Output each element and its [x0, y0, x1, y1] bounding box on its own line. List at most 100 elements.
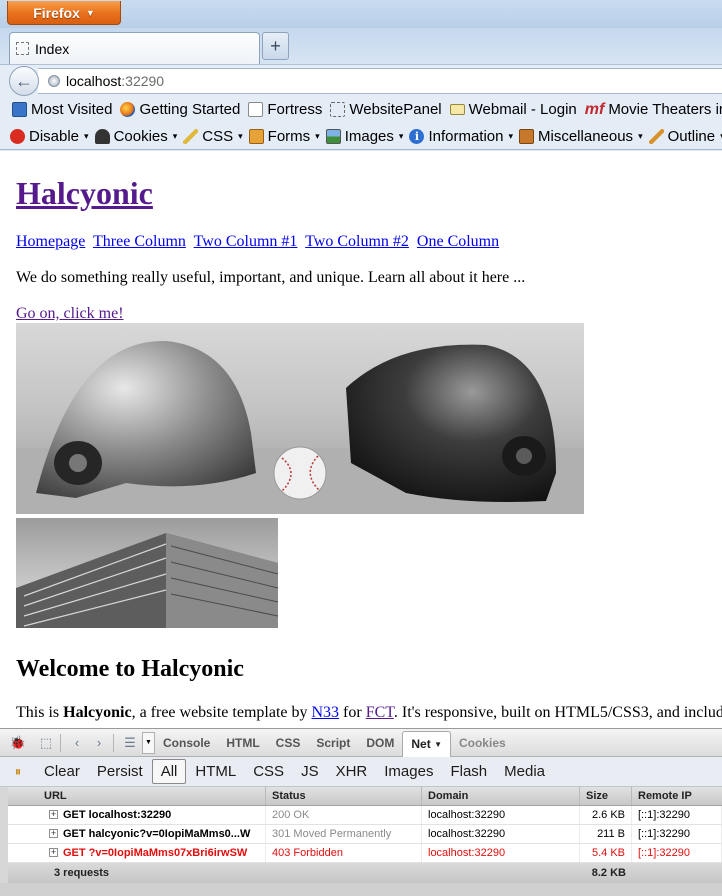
column-remote-ip[interactable]: Remote IP: [632, 787, 722, 805]
net-filter-bar: ⏸ Clear Persist All HTML CSS JS XHR Imag…: [0, 757, 722, 787]
tab-script[interactable]: Script: [308, 730, 358, 756]
firebug-bug-icon[interactable]: 🐞: [8, 733, 28, 753]
request-size: 211 B: [580, 825, 632, 843]
tab-css[interactable]: CSS: [268, 730, 309, 756]
tagline: We do something really useful, important…: [16, 269, 526, 286]
mf-icon: mf: [584, 100, 605, 118]
filter-html[interactable]: HTML: [187, 760, 244, 783]
webdev-disable-menu[interactable]: Disable ▾: [10, 128, 89, 145]
nav-link-two-column-2[interactable]: Two Column #2: [305, 233, 409, 250]
request-size: 5.4 KB: [580, 844, 632, 862]
web-developer-toolbar: Disable ▾ Cookies ▾ CSS ▾ Forms ▾ Images ▾ iI…: [0, 123, 722, 150]
dropdown-icon: ▾: [638, 130, 643, 141]
cta-link[interactable]: Go on, click me!: [16, 305, 124, 323]
webdev-miscellaneous-menu[interactable]: Miscellaneous ▾: [519, 128, 643, 145]
filter-xhr[interactable]: XHR: [328, 760, 376, 783]
nav-link-homepage[interactable]: Homepage: [16, 233, 85, 250]
forms-icon: [248, 128, 264, 144]
firebug-panel: 🐞 ⬚ ‹ › ☰ ▼ Console HTML CSS Script DOM …: [0, 728, 722, 896]
window-titlebar: Firefox ▼: [0, 0, 722, 28]
pause-icon[interactable]: ⏸: [8, 762, 28, 782]
panel-menu-button[interactable]: ▼: [142, 731, 155, 754]
menu-label: Images: [344, 127, 394, 145]
url-bar[interactable]: localhost:32290: [38, 68, 722, 94]
table-row[interactable]: + GET halcyonic?v=0IopiMaMms0...W 301 Mov…: [8, 825, 722, 844]
filter-media[interactable]: Media: [496, 760, 553, 783]
request-ip: [::1]:32290: [632, 806, 722, 824]
webdev-information-menu[interactable]: i Information ▾: [409, 128, 513, 145]
most-visited-icon: [12, 102, 27, 117]
tab-dom[interactable]: DOM: [358, 730, 402, 756]
back-button[interactable]: ←: [9, 66, 39, 96]
firefox-menu-button[interactable]: Firefox ▼: [7, 1, 121, 25]
column-size[interactable]: Size: [580, 787, 632, 805]
net-gutter: [0, 787, 8, 896]
summary-size: 8.2 KB: [591, 867, 626, 879]
blank-page-icon: [16, 42, 29, 55]
column-url[interactable]: URL: [8, 787, 266, 805]
fct-link[interactable]: FCT: [366, 704, 394, 721]
webdev-outline-menu[interactable]: Outline▾: [648, 128, 722, 145]
request-url-text: GET halcyonic?v=0IopiMaMms0...W: [63, 828, 251, 840]
expand-icon[interactable]: +: [49, 848, 58, 857]
bookmark-fortress[interactable]: Fortress: [248, 101, 322, 118]
tab-net-label: Net: [411, 737, 431, 751]
bookmark-getting-started[interactable]: Getting Started: [120, 101, 240, 118]
request-url: + GET localhost:32290: [8, 806, 266, 824]
webdev-images-menu[interactable]: Images ▾: [325, 127, 403, 145]
column-status[interactable]: Status: [266, 787, 422, 805]
filter-images[interactable]: Images: [376, 760, 441, 783]
tab-html[interactable]: HTML: [218, 730, 267, 756]
url-port: :32290: [121, 73, 165, 89]
column-domain[interactable]: Domain: [422, 787, 580, 805]
bookmark-most-visited[interactable]: Most Visited: [12, 101, 112, 118]
filter-all[interactable]: All: [151, 759, 187, 784]
tab-index[interactable]: Index: [9, 32, 260, 64]
filter-js[interactable]: JS: [293, 760, 327, 783]
separator: [113, 733, 114, 752]
bookmark-label: Getting Started: [139, 101, 241, 118]
back-icon[interactable]: ‹: [67, 733, 87, 753]
summary-count: 3 requests: [54, 867, 110, 879]
tab-title: Index: [35, 40, 70, 57]
tab-cookies[interactable]: Cookies: [451, 730, 514, 756]
nav-link-two-column-1[interactable]: Two Column #1: [194, 233, 298, 250]
site-title-link[interactable]: Halcyonic: [16, 175, 153, 212]
tab-net[interactable]: Net ▼: [402, 730, 451, 757]
bookmark-websitepanel[interactable]: WebsitePanel: [330, 101, 442, 118]
intro-text: , a free website template by: [131, 704, 312, 721]
clear-button[interactable]: Clear: [36, 760, 88, 783]
request-status: 403 Forbidden: [266, 844, 422, 862]
intro-paragraph: This is Halcyonic, a free website templa…: [16, 704, 722, 722]
tab-console[interactable]: Console: [155, 730, 218, 756]
bookmarks-toolbar: Most Visited Getting Started Fortress We…: [0, 96, 722, 123]
expand-icon[interactable]: +: [49, 829, 58, 838]
list-icon[interactable]: ☰: [120, 733, 140, 753]
request-status: 200 OK: [266, 806, 422, 824]
intro-brand: Halcyonic: [63, 704, 132, 721]
firefox-icon: [120, 102, 136, 117]
filter-flash[interactable]: Flash: [442, 760, 495, 783]
table-row[interactable]: + GET localhost:32290 200 OK localhost:32…: [8, 806, 722, 825]
new-tab-button[interactable]: +: [262, 32, 289, 60]
persist-button[interactable]: Persist: [89, 760, 151, 783]
dropdown-icon: ▾: [84, 130, 89, 141]
inspect-icon[interactable]: ⬚: [36, 733, 56, 753]
bookmark-webmail[interactable]: Webmail - Login: [449, 101, 577, 118]
filter-css[interactable]: CSS: [245, 760, 292, 783]
n33-link[interactable]: N33: [311, 704, 339, 721]
menu-label: Cookies: [113, 127, 168, 145]
nav-link-three-column[interactable]: Three Column: [93, 233, 186, 250]
table-row[interactable]: + GET ?v=0IopiMaMms07xBri6irwSW 403 Forbi…: [8, 844, 722, 863]
webdev-forms-menu[interactable]: Forms ▾: [248, 128, 320, 145]
forward-icon[interactable]: ›: [89, 733, 109, 753]
request-ip: [::1]:32290: [632, 844, 722, 862]
request-url: + GET ?v=0IopiMaMms07xBri6irwSW: [8, 844, 266, 862]
navigation-bar: localhost:32290 ←: [0, 64, 722, 96]
expand-icon[interactable]: +: [49, 810, 58, 819]
nav-link-one-column[interactable]: One Column: [417, 233, 499, 250]
webdev-cookies-menu[interactable]: Cookies ▾: [94, 127, 177, 145]
bookmark-movie-theaters[interactable]: mf Movie Theaters in: [585, 101, 722, 119]
images-icon: [325, 128, 341, 144]
webdev-css-menu[interactable]: CSS ▾: [183, 128, 243, 145]
